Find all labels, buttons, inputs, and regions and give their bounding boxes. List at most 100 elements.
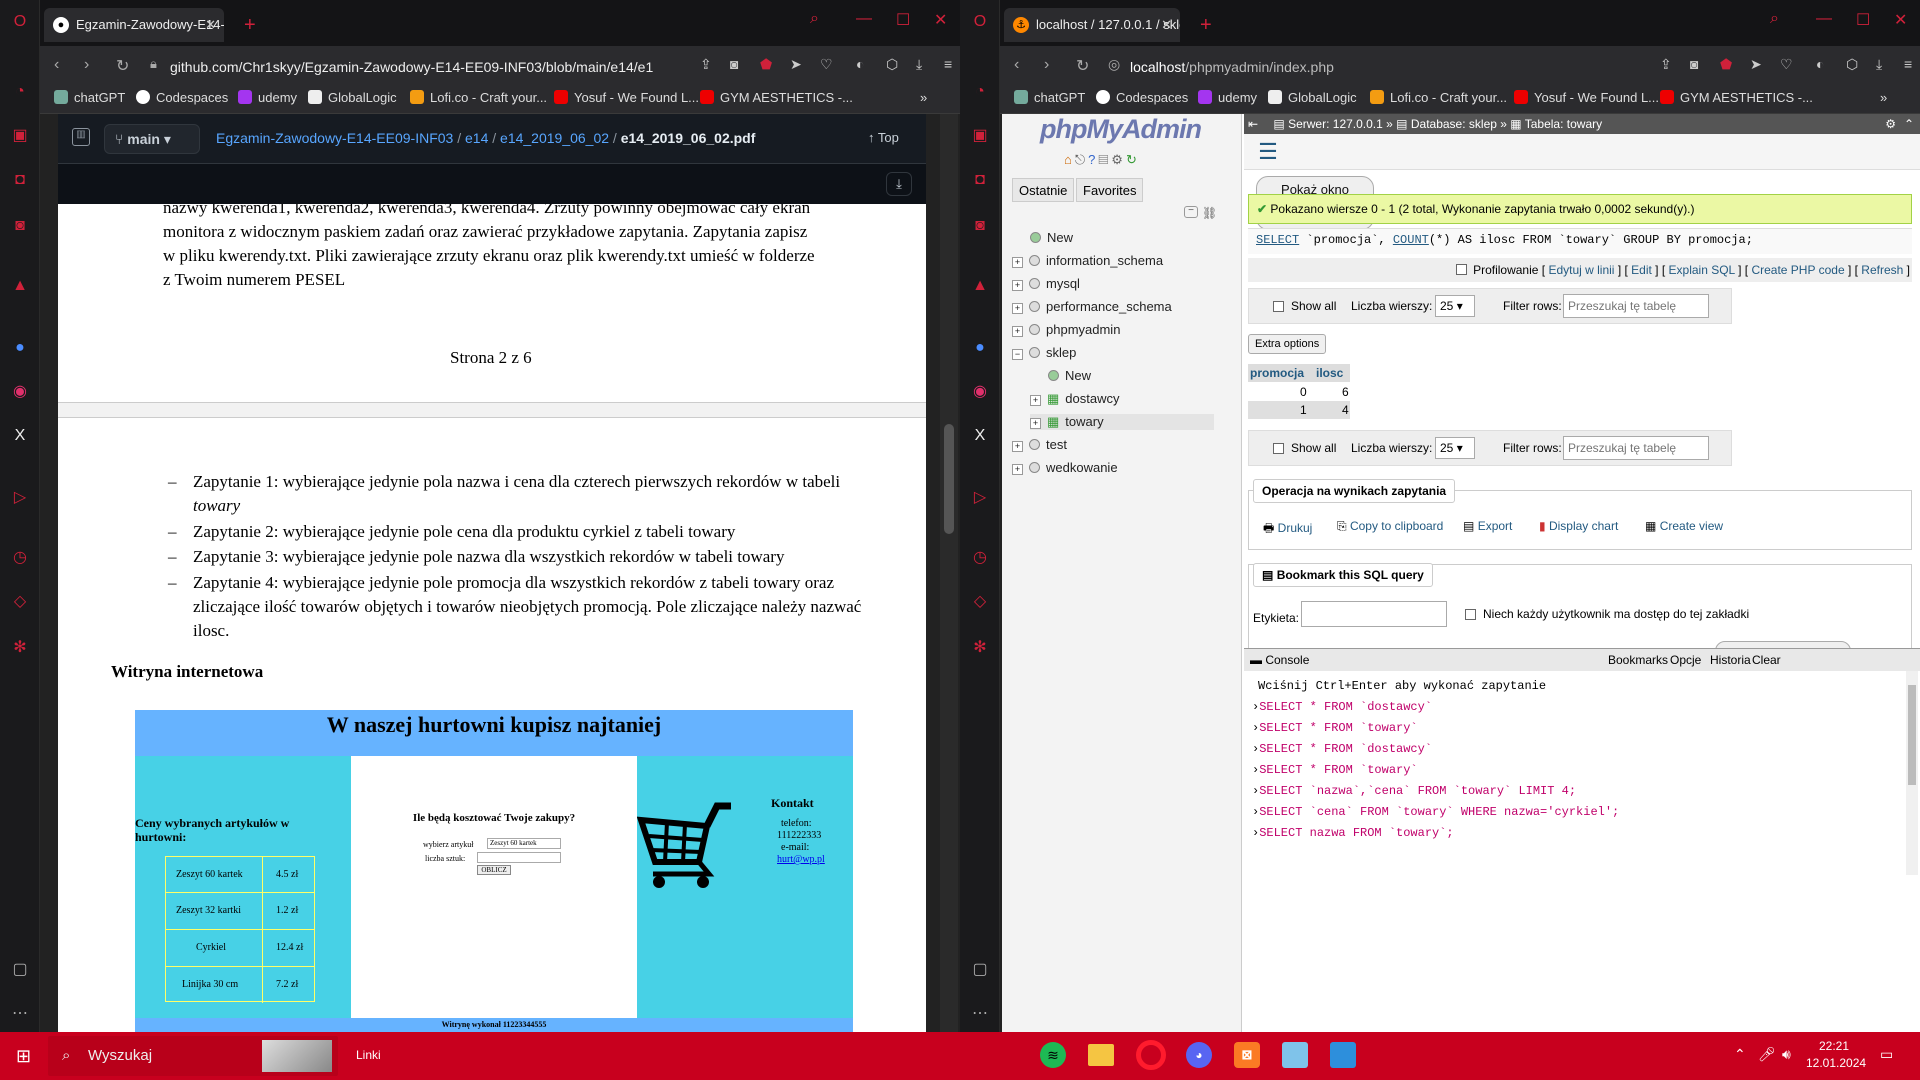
tree-item-test[interactable]: + test [1012,437,1067,452]
crumb-table[interactable]: Tabela: towary [1525,117,1602,131]
expand-icon[interactable]: + [1012,303,1023,314]
collapse-icon[interactable]: − [1012,349,1023,360]
x-icon[interactable]: X [970,426,990,446]
bookmarks-more-icon[interactable]: » [1880,90,1887,105]
more-icon[interactable]: ⋯ [970,1004,990,1024]
share-icon[interactable]: ⇪ [700,56,712,73]
explain-sql-link[interactable]: Explain SQL [1669,263,1735,277]
rows-select[interactable]: 25 ▾ [1435,437,1475,459]
snapshot-icon[interactable]: ▢ [10,960,30,980]
show-all-checkbox[interactable] [1273,443,1284,454]
reload-nav-icon[interactable]: ↻ [1126,152,1140,167]
tree-item-new[interactable]: New [1030,230,1073,245]
shopping-icon[interactable]: ▣ [10,126,30,146]
console-history-line[interactable]: ›SELECT * FROM `dostawcy` [1252,742,1432,756]
bookmark-yosuf[interactable]: Yosuf - We Found L... [1514,90,1659,105]
breadcrumb-folder[interactable]: e14_2019_06_02 [500,130,609,146]
console-history-line[interactable]: ›SELECT `nazwa`,`cena` FROM `towary` LIM… [1252,784,1576,798]
new-tab-icon[interactable]: + [1200,14,1212,37]
messenger-icon[interactable]: ● [10,338,30,358]
tree-item-information-schema[interactable]: + information_schema [1012,253,1163,268]
camera-icon[interactable]: ◙ [1690,56,1698,72]
bookmark-udemy[interactable]: udemy [238,90,297,105]
bookmark-yosuf[interactable]: Yosuf - We Found L... [554,90,699,105]
history-icon[interactable]: ◷ [970,548,990,568]
console-history-link[interactable]: Historia [1710,649,1751,671]
pma-logo[interactable]: phpMyAdmin [1040,114,1202,145]
opera-taskbar-icon[interactable] [1136,1040,1166,1070]
expand-icon[interactable]: + [1012,464,1023,475]
player-icon[interactable]: ▷ [10,488,30,508]
send-icon[interactable]: ➤ [790,56,802,73]
minimize-icon[interactable]: — [856,10,872,28]
twitch-icon[interactable]: ◘ [970,170,990,190]
shield-icon[interactable]: ⬟ [1720,56,1732,73]
notepad-icon[interactable] [1282,1042,1308,1068]
search-tabs-icon[interactable]: ⌕ [810,10,819,28]
speed-dial-icon[interactable]: ◔ [10,82,30,102]
rows-select[interactable]: 25 ▾ [1435,295,1475,317]
new-tab-icon[interactable]: + [244,14,256,37]
shield-icon[interactable]: ⬟ [760,56,772,73]
create-view-link[interactable]: ▦ Create view [1645,519,1723,533]
gear-icon[interactable]: ⚙︎ [1111,152,1126,167]
table-row[interactable] [1248,383,1350,401]
link-with-main-icon[interactable]: ⛓︎ [1202,206,1217,220]
copy-clipboard-link[interactable]: ⎘ Copy to clipboard [1337,519,1443,534]
heart-icon[interactable]: ♡ [820,56,833,73]
close-tab-icon[interactable]: ✕ [1161,8,1172,42]
download-icon[interactable]: ⤓ [916,56,922,73]
box-icon[interactable]: ⬡ [886,56,898,73]
tree-item-mysql[interactable]: + mysql [1012,276,1080,291]
expand-icon[interactable]: + [1012,441,1023,452]
file-explorer-icon[interactable] [1088,1044,1114,1066]
bookmark-udemy[interactable]: udemy [1198,90,1257,105]
profiling-checkbox[interactable] [1456,264,1468,275]
expand-icon[interactable]: + [1012,326,1023,337]
download-icon[interactable]: ⤓ [1876,56,1882,73]
share-icon[interactable]: ⇪ [1660,56,1672,73]
spotify-icon[interactable]: ≋ [1040,1042,1066,1068]
reload-icon[interactable]: ↻ [1076,56,1089,76]
console-scrollbar[interactable] [1906,671,1918,875]
edit-inline-link[interactable]: Edytuj w linii [1548,263,1614,277]
bookmarks-more-icon[interactable]: » [920,90,927,105]
tree-item-phpmyadmin[interactable]: + phpmyadmin [1012,322,1120,337]
export-link[interactable]: ▤ Export [1463,519,1512,533]
more-icon[interactable]: ⋯ [10,1004,30,1024]
forward-icon[interactable]: › [1044,56,1049,74]
top-button[interactable]: ↑ Top [868,130,899,145]
bookmark-gym[interactable]: GYM AESTHETICS -... [1660,90,1813,105]
aria-icon[interactable]: ▲ [970,276,990,296]
menu-icon[interactable]: ≡ [944,56,952,72]
player-icon[interactable]: ▷ [970,488,990,508]
url-field[interactable]: github.com/Chr1skyy/Egzamin-Zawodowy-E14… [170,54,690,80]
crumb-database[interactable]: Database: sklep [1411,117,1497,131]
xampp-icon[interactable]: ⊠ [1234,1042,1260,1068]
branch-selector[interactable]: ⑂ main ▾ [104,124,200,154]
close-tab-icon[interactable]: ✕ [205,8,216,42]
notifications-icon[interactable]: ▭ [1880,1046,1893,1063]
bookmark-chatgpt[interactable]: chatGPT [54,90,125,105]
download-raw-icon[interactable]: ⤓ [886,172,912,196]
history-icon[interactable]: ◷ [10,548,30,568]
instagram-icon[interactable]: ◉ [970,382,990,402]
expand-icon[interactable]: + [1012,257,1023,268]
settings-icon[interactable]: ⚙︎ [1885,114,1896,134]
speed-dial-icon[interactable]: ◔ [970,82,990,102]
console-history-line[interactable]: ›SELECT * FROM `towary` [1252,763,1418,777]
taskbar-search[interactable]: ⌕ Wyszukaj [48,1036,338,1076]
bookmark-lofi[interactable]: Lofi.co - Craft your... [410,90,547,105]
col-header-promocja[interactable]: promocja [1250,366,1304,380]
settings-icon[interactable]: ✻ [10,638,30,658]
breadcrumb-repo-link[interactable]: Egzamin-Zawodowy-E14-EE09-INF03 [216,130,453,146]
refresh-link[interactable]: Refresh [1861,263,1903,277]
close-window-icon[interactable]: ✕ [1894,10,1907,30]
bookmark-globallogic[interactable]: GlobalLogic [308,90,397,105]
collapse-top-icon[interactable]: ⌃ [1904,114,1914,134]
console-clear-link[interactable]: Clear [1752,649,1781,671]
crumb-server[interactable]: Serwer: 127.0.0.1 [1288,117,1383,131]
wallet-icon[interactable]: ◐ [1816,56,1824,72]
maximize-icon[interactable]: ☐ [1856,10,1870,30]
instagram-icon[interactable]: ◉ [10,382,30,402]
